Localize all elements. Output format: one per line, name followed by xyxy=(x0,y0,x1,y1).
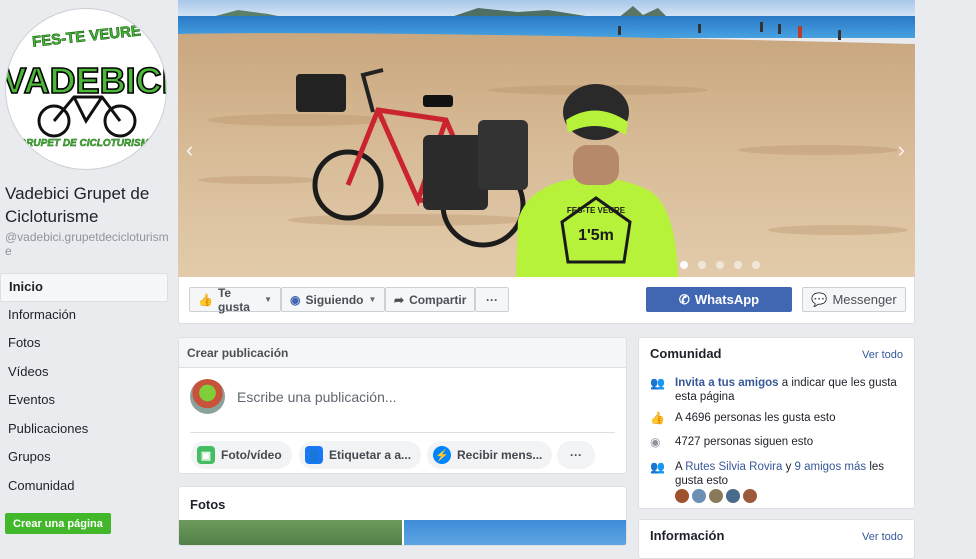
cover-prev-arrow-icon[interactable]: ‹ xyxy=(186,137,193,163)
nav-item-videos[interactable]: Vídeos xyxy=(0,359,168,388)
nav-item-inicio[interactable]: Inicio xyxy=(0,273,168,302)
rss-icon: ◉ xyxy=(650,435,661,449)
messenger-button[interactable]: 💬 Messenger xyxy=(802,287,906,312)
divider xyxy=(190,432,615,433)
page-nav: Inicio Información Fotos Vídeos Eventos … xyxy=(0,273,168,501)
avatar[interactable] xyxy=(675,489,689,503)
slide-dot[interactable] xyxy=(680,261,688,269)
page-profile-picture[interactable]: FES-TE VEURE VADEBICI GRUPET DE CICLOTUR… xyxy=(5,8,167,170)
friend-names-link[interactable]: Rutes Silvia Rovira xyxy=(685,461,782,473)
likes-row: 👍 A 4696 personas les gusta esto xyxy=(650,411,836,425)
rss-icon: ◉ xyxy=(290,292,301,307)
cover-next-arrow-icon[interactable]: › xyxy=(898,137,905,163)
info-see-all-link[interactable]: Ver todo xyxy=(862,531,903,543)
more-composer-options-button[interactable]: ··· xyxy=(557,441,595,469)
shirt-main-text: 1'5m xyxy=(578,227,614,244)
whatsapp-icon: ✆ xyxy=(678,291,690,307)
avatar[interactable] xyxy=(692,489,706,503)
photos-title[interactable]: Fotos xyxy=(179,487,626,512)
chevron-down-icon: ▼ xyxy=(264,295,272,304)
nav-item-grupos[interactable]: Grupos xyxy=(0,444,168,473)
slide-dot[interactable] xyxy=(734,261,742,269)
following-button[interactable]: ◉ Siguiendo ▼ xyxy=(281,287,385,312)
community-see-all-link[interactable]: Ver todo xyxy=(862,349,903,361)
tag-friends-button[interactable]: 👤 Etiquetar a a... xyxy=(299,441,422,469)
friend-avatars xyxy=(675,489,757,503)
messenger-icon: 💬 xyxy=(811,291,828,307)
create-post-header: Crear publicación xyxy=(179,338,626,368)
slide-dot[interactable] xyxy=(698,261,706,269)
nav-item-fotos[interactable]: Fotos xyxy=(0,330,168,359)
create-page-button[interactable]: Crear una página xyxy=(5,513,111,534)
invite-friends-row: 👥 Invita a tus amigos a indicar que les … xyxy=(650,376,897,403)
tag-person-icon: 👤 xyxy=(305,446,323,464)
share-arrow-icon: ➦ xyxy=(394,292,405,307)
vadebici-logo: FES-TE VEURE VADEBICI GRUPET DE CICLOTUR… xyxy=(6,12,167,168)
thumbs-up-icon: 👍 xyxy=(650,411,665,425)
slide-dot[interactable] xyxy=(716,261,724,269)
get-messages-button[interactable]: ⚡ Recibir mens... xyxy=(427,441,553,469)
page-action-bar: 👍 Te gusta ▼ ◉ Siguiendo ▼ ➦ Compartir ·… xyxy=(178,277,915,324)
logo-main-text: VADEBICI xyxy=(6,60,167,101)
follows-row: ◉ 4727 personas siguen esto xyxy=(650,435,814,449)
more-friends-link[interactable]: 9 amigos más xyxy=(795,461,867,473)
nav-item-publicaciones[interactable]: Publicaciones xyxy=(0,416,168,445)
chevron-down-icon: ▼ xyxy=(368,295,377,304)
people-icon: 👥 xyxy=(650,376,665,390)
shirt-top-text: FES-TE VEURE xyxy=(567,206,626,215)
photos-card: Fotos xyxy=(178,486,627,546)
community-title: Comunidad xyxy=(650,346,722,361)
nav-item-informacion[interactable]: Información xyxy=(0,302,168,331)
page-title[interactable]: Vadebici Grupet de Cicloturisme xyxy=(5,182,170,228)
messenger-icon: ⚡ xyxy=(433,446,451,464)
avatar[interactable] xyxy=(726,489,740,503)
avatar[interactable] xyxy=(743,489,757,503)
logo-bottom-text: GRUPET DE CICLOTURISME xyxy=(18,138,156,149)
photo-video-button[interactable]: ▣ Foto/vídeo xyxy=(191,441,292,469)
cover-slide-indicators xyxy=(680,261,760,269)
photo-thumbnail[interactable] xyxy=(404,520,626,545)
photo-thumbnail[interactable] xyxy=(179,520,402,545)
photo-icon: ▣ xyxy=(197,446,215,464)
cover-image: FES-TE VEURE 1'5m xyxy=(178,0,915,277)
avatar[interactable] xyxy=(190,379,225,414)
info-card: Información Ver todo xyxy=(638,519,915,559)
post-input[interactable]: Escribe una publicación... xyxy=(237,389,397,405)
slide-dot[interactable] xyxy=(752,261,760,269)
left-column: FES-TE VEURE VADEBICI GRUPET DE CICLOTUR… xyxy=(0,0,170,541)
nav-item-comunidad[interactable]: Comunidad xyxy=(0,473,168,502)
share-button[interactable]: ➦ Compartir xyxy=(385,287,475,312)
avatar[interactable] xyxy=(709,489,723,503)
page-username: @vadebici.grupetdecicloturisme xyxy=(5,230,169,258)
nav-item-eventos[interactable]: Eventos xyxy=(0,387,168,416)
create-post-card: Crear publicación Escribe una publicació… xyxy=(178,337,627,474)
like-button[interactable]: 👍 Te gusta ▼ xyxy=(189,286,281,314)
people-icon: 👥 xyxy=(650,460,665,474)
cover-photo[interactable]: FES-TE VEURE 1'5m ‹ › xyxy=(178,0,915,277)
thumbs-up-icon: 👍 xyxy=(198,292,213,307)
friends-like-row: 👥 A Rutes Silvia Rovira y 9 amigos más l… xyxy=(650,460,885,487)
community-card: Comunidad Ver todo 👥 Invita a tus amigos… xyxy=(638,337,915,509)
whatsapp-button[interactable]: ✆ WhatsApp xyxy=(646,287,792,312)
invite-friends-link[interactable]: Invita a tus amigos xyxy=(675,377,779,389)
more-options-button[interactable]: ··· xyxy=(475,287,509,312)
